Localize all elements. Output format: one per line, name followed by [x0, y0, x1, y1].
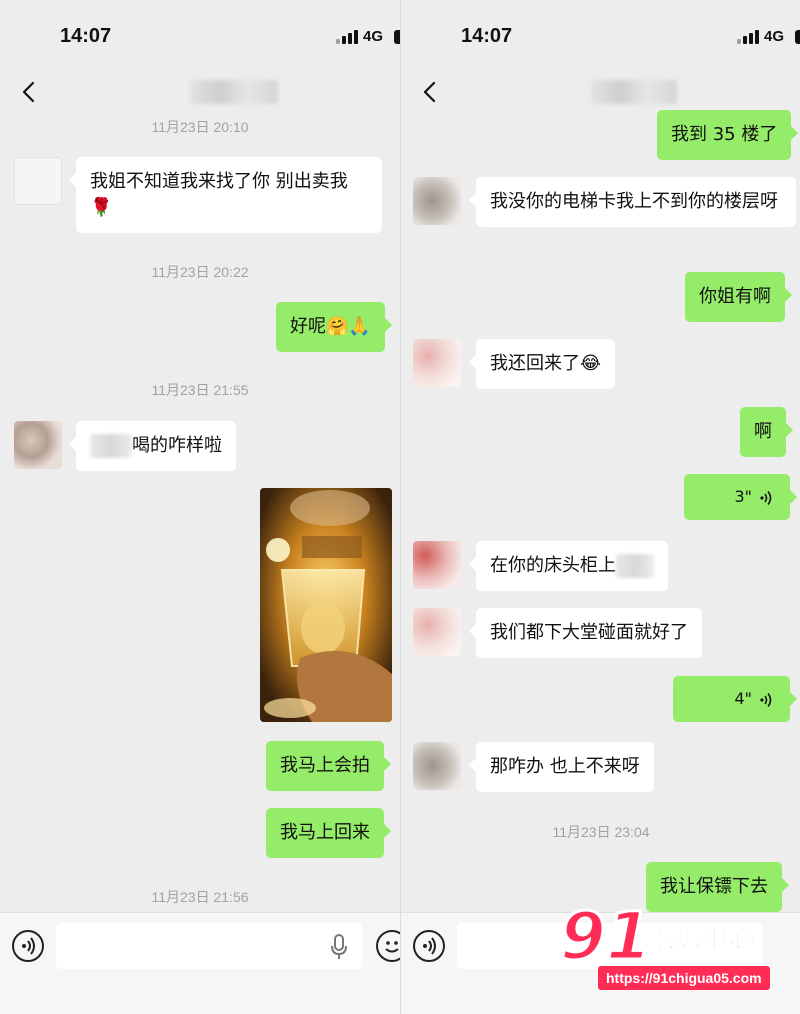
avatar[interactable]: [14, 157, 62, 205]
voice-duration: 3": [734, 487, 752, 506]
message-bubble-incoming[interactable]: 在你的床头柜上: [469, 541, 668, 591]
photo-message[interactable]: [260, 488, 392, 722]
message-bubble-outgoing[interactable]: 我到 35 楼了: [657, 110, 799, 160]
voice-input-icon[interactable]: [12, 930, 44, 962]
message-bubble-incoming[interactable]: 喝的咋样啦: [69, 421, 236, 471]
message-text: 在你的床头柜上: [490, 555, 616, 576]
watermark-logo-digits: 91: [559, 898, 654, 975]
message-bubble-outgoing[interactable]: 啊: [740, 407, 793, 457]
avatar[interactable]: [413, 541, 461, 589]
back-icon[interactable]: [16, 78, 44, 106]
avatar[interactable]: [413, 339, 461, 387]
photo-whiskey-glass: [260, 488, 392, 722]
message-bubble-incoming[interactable]: 我们都下大堂碰面就好了: [469, 608, 702, 658]
network-label: 4G: [764, 28, 785, 45]
message-bubble-incoming[interactable]: 我姐不知道我来找了你 别出卖我🌹: [69, 157, 382, 233]
status-time: 14:07: [60, 25, 112, 47]
status-bar: 14:07 4G: [401, 0, 800, 70]
timestamp: 11月23日 20:10: [151, 119, 249, 135]
contact-name-redacted: [190, 80, 278, 104]
emoji-icon[interactable]: [376, 930, 400, 962]
watermark-url: https://91chigua05.com: [598, 966, 770, 990]
avatar[interactable]: [413, 177, 461, 225]
microphone-icon[interactable]: [330, 934, 348, 960]
voice-duration: 4": [734, 689, 752, 708]
chat-screen-left: 14:07 4G 11月23日 20:10 我姐不知道我来找了你 别出卖我🌹 1…: [0, 0, 400, 1014]
timestamp: 11月23日 21:56: [151, 889, 249, 905]
avatar[interactable]: [413, 742, 461, 790]
voice-wave-icon: [760, 692, 772, 707]
nav-bar: [0, 70, 400, 116]
status-bar: 14:07 4G: [0, 0, 400, 70]
message-input[interactable]: [56, 923, 362, 969]
timestamp: 11月23日 20:22: [151, 264, 249, 280]
contact-name-redacted: [591, 80, 677, 104]
signal-icon: [737, 30, 759, 44]
voice-input-icon[interactable]: [413, 930, 445, 962]
message-bubble-incoming[interactable]: 我没你的电梯卡我上不到你的楼层呀: [469, 177, 796, 227]
site-watermark: 91 吃瓜中心 https://91chigua05.com: [559, 898, 800, 1014]
message-text: 喝的咋样啦: [132, 435, 222, 456]
message-bubble-outgoing[interactable]: 我马上会拍: [266, 741, 391, 791]
status-time: 14:07: [461, 25, 513, 47]
avatar[interactable]: [413, 608, 461, 656]
message-bubble-outgoing[interactable]: 我马上回来: [266, 808, 391, 858]
redacted-name: [90, 434, 132, 458]
battery-icon: [795, 30, 800, 44]
chat-screen-right: 14:07 4G 我到 35 楼了 我没你的电梯卡我上不到你的楼层呀 你姐有啊 …: [400, 0, 800, 1014]
network-label: 4G: [363, 28, 384, 45]
message-bubble-outgoing[interactable]: 好呢🤗🙏: [276, 302, 392, 352]
voice-message-outgoing[interactable]: 3": [684, 474, 797, 520]
screenshot-composite: 14:07 4G 11月23日 20:10 我姐不知道我来找了你 别出卖我🌹 1…: [0, 0, 800, 1014]
message-bubble-incoming[interactable]: 那咋办 也上不来呀: [469, 742, 654, 792]
timestamp: 11月23日 21:55: [151, 382, 249, 398]
message-bubble-outgoing[interactable]: 你姐有啊: [685, 272, 792, 322]
voice-wave-icon: [760, 490, 772, 505]
avatar[interactable]: [14, 421, 62, 469]
voice-message-outgoing[interactable]: 4": [673, 676, 797, 722]
signal-icon: [336, 30, 358, 44]
input-bar: [0, 912, 400, 1014]
message-bubble-incoming[interactable]: 我还回来了😂: [468, 339, 616, 389]
watermark-logo-text: 吃瓜中心: [647, 924, 757, 955]
back-icon[interactable]: [417, 78, 445, 106]
timestamp: 11月23日 23:04: [552, 824, 650, 840]
redacted-text: [616, 554, 654, 578]
